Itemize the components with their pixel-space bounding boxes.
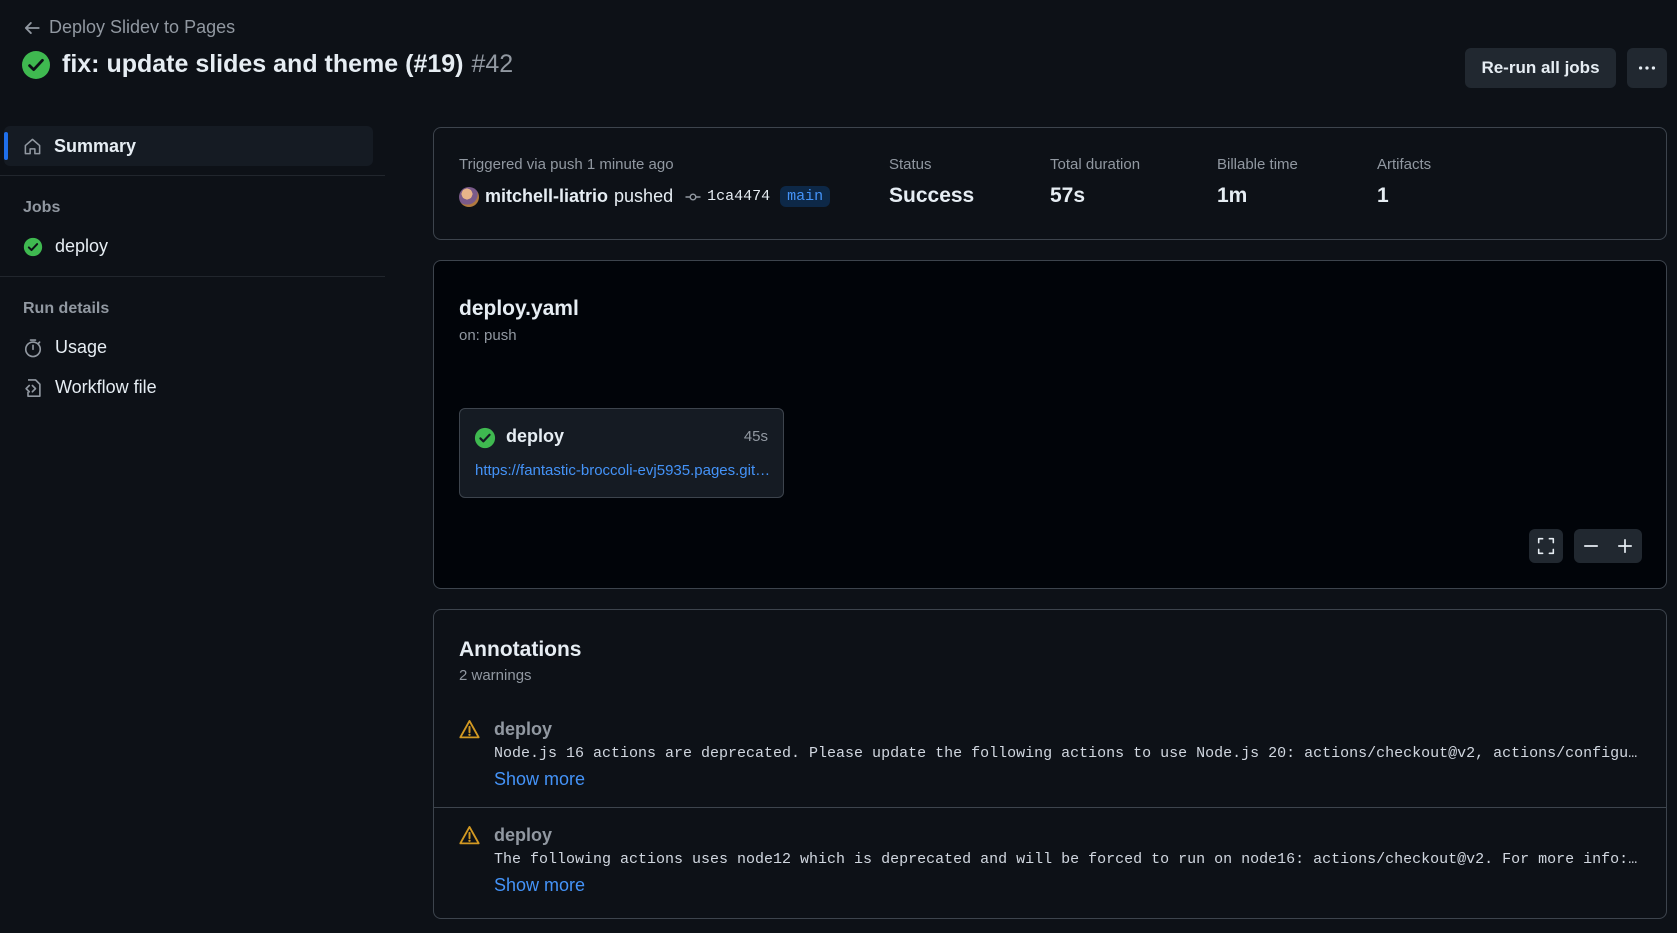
job-duration: 45s [743, 428, 768, 445]
commit-link[interactable]: 1ca4474 [685, 188, 770, 205]
sidebar-item-deploy[interactable]: deploy [23, 236, 108, 257]
sidebar-item-label: Workflow file [55, 377, 157, 397]
trigger-actor: mitchell-liatrio pushed 1ca4474 main [459, 186, 831, 207]
commit-sha: 1ca4474 [707, 188, 771, 205]
annotations-title: Annotations [459, 638, 582, 661]
check-circle-icon [23, 237, 43, 256]
annotation-divider [434, 807, 1666, 808]
artifacts-label: Artifacts [1377, 156, 1432, 173]
job-name: deploy [506, 426, 565, 446]
run-summary-card: Triggered via push 1 minute ago mitchell… [433, 127, 1667, 240]
rerun-all-jobs-button[interactable]: Re-run all jobs [1465, 48, 1616, 88]
sidebar-item-usage[interactable]: Usage [23, 337, 107, 358]
zoom-controls [1574, 529, 1642, 563]
sidebar-divider [0, 276, 385, 277]
arrow-left-icon [24, 21, 40, 34]
git-commit-icon [685, 192, 701, 200]
fullscreen-button[interactable] [1529, 529, 1563, 563]
billable-value: 1m [1217, 184, 1248, 207]
file-code-icon [25, 378, 41, 397]
annotations-card: Annotations 2 warnings deploy Node.js 16… [433, 609, 1667, 919]
home-icon [24, 138, 41, 154]
sidebar-item-summary[interactable]: Summary [4, 126, 373, 166]
page-title: fix: update slides and theme (#19) [62, 50, 464, 78]
status-value: Success [889, 184, 975, 207]
avatar [459, 186, 479, 207]
sidebar-item-label: Summary [54, 135, 137, 156]
sidebar-item-workflow-file[interactable]: Workflow file [23, 377, 157, 398]
check-circle-icon [474, 427, 496, 449]
show-more-link[interactable]: Show more [494, 875, 585, 896]
screen-full-icon [1537, 537, 1555, 555]
sidebar-divider [0, 175, 385, 176]
run-details-heading: Run details [23, 300, 110, 317]
annotations-count: 2 warnings [459, 667, 532, 684]
status-label: Status [889, 156, 932, 173]
minus-icon[interactable] [1582, 537, 1600, 555]
annotation-job[interactable]: deploy [494, 719, 552, 740]
back-link-label: Deploy Slidev to Pages [49, 17, 236, 37]
artifacts-value[interactable]: 1 [1377, 184, 1389, 208]
active-indicator [4, 132, 8, 160]
sidebar-item-label: deploy [55, 236, 109, 256]
annotation-message: Node.js 16 actions are deprecated. Pleas… [494, 745, 1644, 762]
show-more-link[interactable]: Show more [494, 769, 585, 790]
page-title-row: fix: update slides and theme (#19) #42 [22, 50, 513, 79]
trigger-text: Triggered via push 1 minute ago [459, 156, 674, 173]
duration-label: Total duration [1050, 156, 1141, 173]
job-node-deploy[interactable]: deploy 45s https://fantastic-broccoli-ev… [459, 408, 784, 498]
alert-icon [459, 826, 480, 845]
check-circle-icon [22, 50, 50, 79]
workflow-file-name: deploy.yaml [459, 297, 579, 320]
workflow-graph-card: deploy.yaml on: push deploy 45s https://… [433, 260, 1667, 589]
annotation-job[interactable]: deploy [494, 825, 552, 846]
billable-label: Billable time [1217, 156, 1298, 173]
deployment-url-link[interactable]: https://fantastic-broccoli-evj5935.pages… [475, 462, 771, 479]
run-number: #42 [471, 50, 514, 78]
actor-action: pushed [614, 186, 674, 206]
kebab-horizontal-icon [1638, 66, 1656, 70]
sidebar-item-label: Usage [55, 337, 108, 357]
more-options-button[interactable] [1627, 48, 1667, 88]
stopwatch-icon [24, 338, 42, 357]
workflow-trigger: on: push [459, 327, 517, 344]
plus-icon[interactable] [1616, 537, 1634, 555]
annotation-message: The following actions uses node12 which … [494, 851, 1644, 868]
branch-badge[interactable]: main [780, 186, 831, 207]
jobs-heading: Jobs [23, 199, 61, 216]
back-link[interactable]: Deploy Slidev to Pages [23, 17, 235, 38]
alert-icon [459, 720, 480, 739]
actor-name[interactable]: mitchell-liatrio [485, 186, 608, 207]
duration-value: 57s [1050, 184, 1086, 207]
